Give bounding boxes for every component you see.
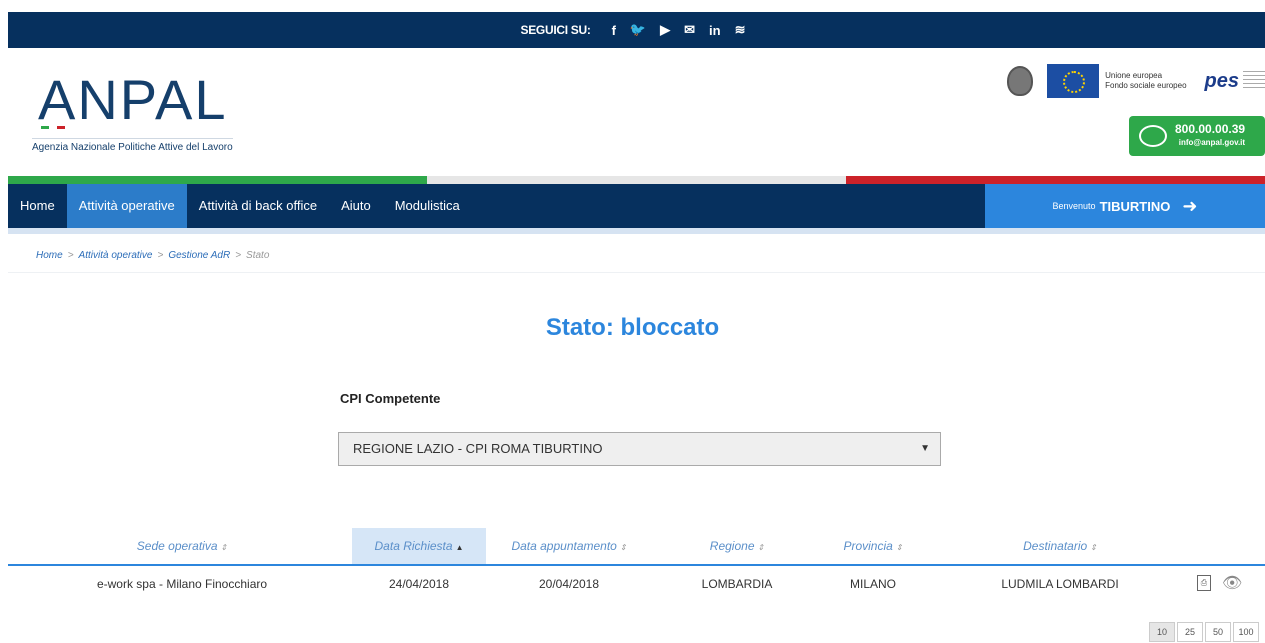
page-size-50[interactable]: 50 (1205, 622, 1231, 642)
col-label: Destinatario (1023, 539, 1088, 553)
phone-text: 800.00.00.39 (1175, 122, 1246, 136)
follow-us-label: SEGUICI SU: (520, 23, 591, 37)
sort-icon: ⇕ (220, 543, 228, 552)
nav-back-office[interactable]: Attività di back office (187, 184, 329, 228)
flag-mini-icon (41, 126, 65, 129)
breadcrumb-separator: > (157, 250, 164, 261)
col-label: Data Richiesta (374, 539, 453, 553)
cpi-select[interactable]: REGIONE LAZIO - CPI ROMA TIBURTINO ▼ (338, 432, 941, 466)
social-bar: SEGUICI SU: f 🐦 ▶ ✉ in ≋ (8, 12, 1265, 48)
sort-icon: ⇕ (757, 543, 765, 552)
nav-modulistica[interactable]: Modulistica (383, 184, 472, 228)
col-provincia[interactable]: Provincia ⇕ (818, 528, 928, 564)
breadcrumb-separator: > (67, 250, 74, 261)
partner-logos: Unione europea Fondo sociale europeo pes (1007, 64, 1265, 98)
chat-bubble-icon (1139, 125, 1167, 147)
col-regione[interactable]: Regione ⇕ (682, 528, 792, 564)
email-text: info@anpal.gov.it (1178, 138, 1246, 147)
main-nav: Home Attività operative Attività di back… (8, 184, 1265, 228)
breadcrumb-gestione[interactable]: Gestione AdR (168, 250, 230, 261)
mail-icon[interactable]: ✉ (684, 22, 695, 38)
pdf-icon[interactable]: ⎙ (1197, 575, 1211, 591)
col-label: Provincia (843, 539, 893, 553)
page-size-100[interactable]: 100 (1233, 622, 1259, 642)
page-size-25[interactable]: 25 (1177, 622, 1203, 642)
nav-aiuto[interactable]: Aiuto (329, 184, 383, 228)
rss-icon[interactable]: ≋ (735, 22, 746, 38)
anpal-logo[interactable]: ANPAL (38, 72, 227, 128)
logout-icon[interactable]: ➜ (1182, 196, 1197, 217)
user-area: Benvenuto TIBURTINO ➜ (985, 184, 1265, 228)
breadcrumb: Home > Attività operative > Gestione AdR > Sta… (36, 250, 269, 261)
eu-line2: Fondo sociale europeo (1105, 81, 1187, 90)
cpi-select-value: REGIONE LAZIO - CPI ROMA TIBURTINO (353, 441, 603, 456)
welcome-text: Benvenuto (1052, 201, 1096, 211)
col-label: Sede operativa (136, 539, 218, 553)
eu-flag-icon (1047, 64, 1100, 98)
nav-home[interactable]: Home (8, 184, 67, 228)
cell-data-richiesta: 24/04/2018 (388, 577, 450, 591)
pes-lines-icon (1243, 71, 1265, 91)
cell-destinatario: LUDMILA LOMBARDI (1001, 577, 1119, 591)
breadcrumb-attivita[interactable]: Attività operative (79, 250, 153, 261)
col-label: Data appuntamento (511, 539, 617, 553)
sort-icon: ⇕ (1090, 543, 1097, 552)
cpi-label: CPI Competente (340, 391, 441, 406)
contact-box[interactable]: 800.00.00.39 info@anpal.gov.it (1129, 116, 1265, 156)
eu-text: Unione europea Fondo sociale europeo (1105, 71, 1186, 91)
col-sede-operativa[interactable]: Sede operativa ⇕ (8, 528, 356, 564)
sort-asc-icon: ▲ (455, 543, 464, 552)
page-size-selector: 10 25 50 100 (1147, 622, 1259, 642)
table-header: Sede operativa ⇕ Data Richiesta ▲ Data app… (8, 528, 1265, 566)
caret-down-icon: ▼ (920, 443, 930, 454)
eye-icon[interactable]: 👁 (1222, 572, 1242, 596)
logo-subtitle: Agenzia Nazionale Politiche Attive del L… (32, 138, 233, 153)
cell-data-appuntamento: 20/04/2018 (538, 577, 600, 591)
cell-sede: e-work spa - Milano Finocchiaro (96, 577, 268, 591)
republic-emblem-icon (1007, 66, 1034, 96)
breadcrumb-separator: > (235, 250, 242, 261)
phone-number: 800.00.00.39 info@anpal.gov.it (1175, 122, 1245, 150)
breadcrumb-current: Stato (246, 250, 270, 261)
sort-icon: ⇕ (619, 543, 627, 552)
nav-attivita-operative[interactable]: Attività operative (66, 184, 187, 228)
cell-regione: LOMBARDIA (701, 577, 773, 591)
col-destinatario[interactable]: Destinatario ⇕ (970, 528, 1150, 564)
col-label: Regione (709, 539, 755, 553)
sort-icon: ⇕ (895, 543, 903, 552)
twitter-icon[interactable]: 🐦 (630, 22, 646, 38)
nav-underline (8, 228, 1265, 234)
tricolor-bar (8, 176, 1265, 184)
page-title: Stato: bloccato (545, 314, 720, 341)
col-data-richiesta[interactable]: Data Richiesta ▲ (352, 528, 486, 564)
page-size-10[interactable]: 10 (1149, 622, 1175, 642)
youtube-icon[interactable]: ▶ (660, 22, 670, 38)
cell-provincia: MILANO (849, 577, 896, 591)
username: TIBURTINO (1099, 198, 1171, 214)
table-row: e-work spa - Milano Finocchiaro 24/04/20… (8, 566, 1265, 602)
col-data-appuntamento[interactable]: Data appuntamento ⇕ (486, 528, 652, 564)
pes-logo: pes (1204, 69, 1239, 92)
facebook-icon[interactable]: f (612, 23, 616, 38)
linkedin-icon[interactable]: in (709, 23, 721, 38)
breadcrumb-divider (8, 272, 1265, 273)
logo-mark: ANPAL (38, 68, 228, 131)
site-header: ANPAL Agenzia Nazionale Politiche Attive… (8, 48, 1265, 176)
breadcrumb-home[interactable]: Home (36, 250, 63, 261)
eu-line1: Unione europea (1105, 71, 1163, 80)
